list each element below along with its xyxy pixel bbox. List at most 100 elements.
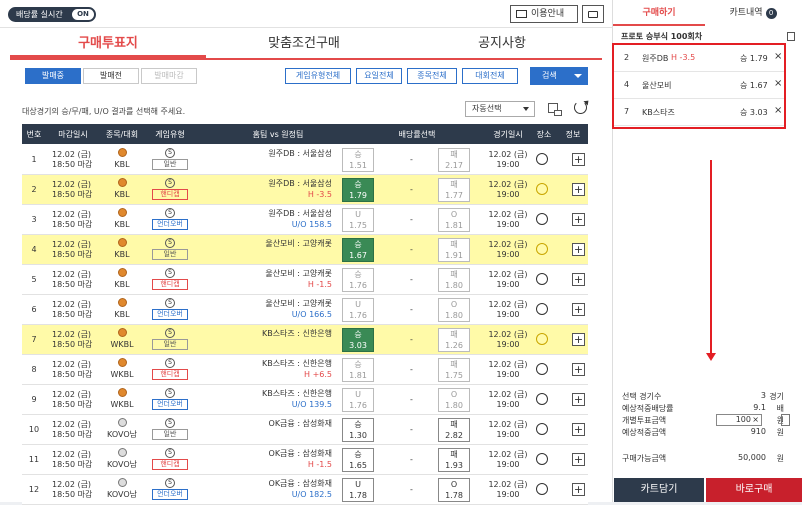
odds-away-button[interactable]: 패 1.93 xyxy=(438,448,470,472)
odds-home-button[interactable]: 승 1.65 xyxy=(342,448,374,472)
remove-icon[interactable]: × xyxy=(774,78,782,89)
odds-home-button[interactable]: 승 3.03 xyxy=(342,328,374,352)
search-button[interactable]: 검색 xyxy=(530,67,588,85)
odds-value: 1.76 xyxy=(349,401,367,410)
odds-label: O xyxy=(450,210,458,219)
expand-plus-button[interactable]: + xyxy=(572,483,585,496)
bet-amount-input[interactable]: 100 × xyxy=(716,414,762,426)
league-name: KBL xyxy=(114,310,130,319)
expand-plus-button[interactable]: + xyxy=(572,243,585,256)
expand-plus-button[interactable]: + xyxy=(572,333,585,346)
print-button[interactable] xyxy=(582,5,604,23)
expand-plus-button[interactable]: + xyxy=(572,153,585,166)
deadline-time: 18:50 마감 xyxy=(52,250,93,259)
deadline-date: 12.02 (금) xyxy=(52,150,92,159)
location-pin-icon[interactable] xyxy=(536,363,548,375)
tab-notice[interactable]: 공지사항 xyxy=(402,30,602,58)
expand-plus-button[interactable]: + xyxy=(572,453,585,466)
tab-buy[interactable]: 구매하기 xyxy=(613,0,705,26)
odds-home-button[interactable]: 승 1.30 xyxy=(342,418,374,442)
location-pin-icon[interactable] xyxy=(536,153,548,165)
odds-label: 승 xyxy=(354,330,362,339)
handicap-line: U/O 166.5 xyxy=(291,310,332,319)
expand-plus-button[interactable]: + xyxy=(572,213,585,226)
odds-away-button[interactable]: 패 1.77 xyxy=(438,178,470,202)
odds-label: 패 xyxy=(450,180,458,189)
odds-away-button[interactable]: 패 1.80 xyxy=(438,268,470,292)
odds-away-button[interactable]: 패 1.75 xyxy=(438,358,470,382)
filter-sport[interactable]: 종목전체 xyxy=(407,68,457,84)
location-pin-icon[interactable] xyxy=(536,393,548,405)
trash-icon[interactable] xyxy=(787,32,795,41)
filter-league[interactable]: 대회전체 xyxy=(462,68,518,84)
col-teams: 홈팀 vs 원정팀 xyxy=(252,130,304,139)
odds-home-button[interactable]: 승 1.51 xyxy=(342,148,374,172)
odds-away-button[interactable]: O 1.80 xyxy=(438,388,470,412)
odds-value: 1.81 xyxy=(445,221,463,230)
league-cell: WKBL xyxy=(104,388,140,410)
odds-away-button[interactable]: 패 2.82 xyxy=(438,418,470,442)
odds-value: 1.65 xyxy=(349,461,367,470)
tab-purchase-slip[interactable]: 구매투표지 xyxy=(10,30,206,58)
expand-plus-button[interactable]: + xyxy=(572,363,585,376)
odds-away-button[interactable]: O 1.78 xyxy=(438,478,470,502)
location-pin-icon[interactable] xyxy=(536,483,548,495)
odds-home-button[interactable]: 승 1.76 xyxy=(342,268,374,292)
location-pin-icon[interactable] xyxy=(536,243,548,255)
gametype-icon: S xyxy=(165,388,175,398)
location-pin-icon[interactable] xyxy=(536,303,548,315)
refresh-icon[interactable] xyxy=(574,101,587,114)
game-date: 12.02 (금) xyxy=(488,480,528,489)
location-pin-icon[interactable] xyxy=(536,273,548,285)
location-pin-icon[interactable] xyxy=(536,453,548,465)
location-pin-icon[interactable] xyxy=(536,333,548,345)
expand-plus-button[interactable]: + xyxy=(572,393,585,406)
subtab-on-sale[interactable]: 발매중 xyxy=(25,68,81,84)
expand-plus-button[interactable]: + xyxy=(572,273,585,286)
league-name: WKBL xyxy=(110,340,134,349)
location-pin-icon[interactable] xyxy=(536,183,548,195)
select-check-icon[interactable] xyxy=(548,103,562,116)
tab-custom-purchase[interactable]: 맞춤조건구매 xyxy=(206,30,402,58)
odds-away-button[interactable]: O 1.80 xyxy=(438,298,470,322)
buy-now-button[interactable]: 바로구매 xyxy=(706,478,802,502)
odds-home-button[interactable]: U 1.76 xyxy=(342,298,374,322)
summary-unit: 원 xyxy=(776,428,784,437)
league-cell: KBL xyxy=(104,298,140,320)
subtab-pre-sale[interactable]: 발매전 xyxy=(83,68,139,84)
printer-icon xyxy=(588,11,598,18)
live-odds-toggle[interactable]: 배당률 실시간 ON xyxy=(8,7,96,22)
filter-day[interactable]: 요일전체 xyxy=(356,68,402,84)
clear-icon[interactable]: × xyxy=(752,415,759,425)
filter-gametype[interactable]: 게임유형전체 xyxy=(285,68,351,84)
slip-number: 7 xyxy=(624,107,630,116)
odds-away-button[interactable]: 패 2.17 xyxy=(438,148,470,172)
odds-away-button[interactable]: 패 1.91 xyxy=(438,238,470,262)
tab-cart[interactable]: 카트내역 0 xyxy=(705,0,801,26)
odds-home-button[interactable]: U 1.78 xyxy=(342,478,374,502)
odds-draw: - xyxy=(410,455,413,464)
odds-home-button[interactable]: U 1.76 xyxy=(342,388,374,412)
odds-away-button[interactable]: O 1.81 xyxy=(438,208,470,232)
auto-select-dropdown[interactable]: 자동선택 xyxy=(465,101,535,117)
add-to-cart-button[interactable]: 카트담기 xyxy=(614,478,704,502)
expand-plus-button[interactable]: + xyxy=(572,183,585,196)
remove-icon[interactable]: × xyxy=(774,51,782,62)
odds-home-button[interactable]: U 1.75 xyxy=(342,208,374,232)
gametype-badge: 핸디캡 xyxy=(152,189,188,200)
odds-home-button[interactable]: 승 1.81 xyxy=(342,358,374,382)
odds-home-button[interactable]: 승 1.79 xyxy=(342,178,374,202)
expand-plus-button[interactable]: + xyxy=(572,303,585,316)
location-pin-icon[interactable] xyxy=(536,213,548,225)
subtab-closed[interactable]: 발매마감 xyxy=(141,68,197,84)
expand-plus-button[interactable]: + xyxy=(572,423,585,436)
odds-draw: - xyxy=(410,275,413,284)
live-odds-label: 배당률 실시간 xyxy=(16,10,63,19)
guide-button[interactable]: 이용안내 xyxy=(510,5,578,23)
amount-stepper[interactable] xyxy=(781,414,790,426)
remove-icon[interactable]: × xyxy=(774,105,782,116)
gametype-badge: 일반 xyxy=(152,249,188,260)
location-pin-icon[interactable] xyxy=(536,423,548,435)
odds-home-button[interactable]: 승 1.67 xyxy=(342,238,374,262)
odds-away-button[interactable]: 패 1.26 xyxy=(438,328,470,352)
